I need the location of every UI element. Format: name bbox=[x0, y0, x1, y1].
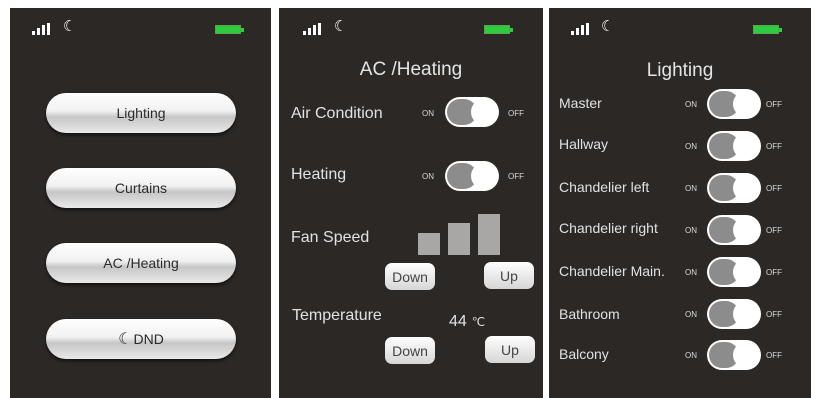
temperature-unit: ℃ bbox=[471, 315, 486, 329]
lighting-button[interactable]: Lighting bbox=[46, 93, 236, 133]
temperature-label: Temperature bbox=[292, 307, 382, 324]
light-label-chandelier-left: Chandelier left bbox=[559, 179, 650, 195]
off-label: OFF bbox=[766, 351, 782, 360]
on-label: ON bbox=[685, 184, 697, 193]
on-label: ON bbox=[685, 142, 697, 151]
dnd-button-label: DND bbox=[133, 331, 164, 347]
off-label: OFF bbox=[766, 184, 782, 193]
toggle-knob bbox=[733, 259, 759, 285]
toggle-knob bbox=[733, 91, 759, 117]
signal-bars-icon bbox=[571, 23, 591, 35]
fan-down-button-label: Down bbox=[392, 268, 428, 285]
temperature-up-button-label: Up bbox=[501, 341, 519, 358]
on-label: ON bbox=[685, 100, 697, 109]
on-label: ON bbox=[685, 351, 697, 360]
temperature-up-button[interactable]: Up bbox=[485, 336, 535, 363]
air-condition-toggle[interactable] bbox=[445, 97, 499, 127]
on-label: ON bbox=[685, 226, 697, 235]
home-screen: ☾ Lighting Curtains AC /Heating ☾ DND bbox=[10, 8, 271, 398]
toggle-knob bbox=[733, 133, 759, 159]
moon-icon: ☾ bbox=[601, 18, 615, 35]
light-toggle-bathroom[interactable] bbox=[707, 299, 761, 329]
fan-up-button[interactable]: Up bbox=[484, 262, 534, 289]
fan-speed-label: Fan Speed bbox=[291, 229, 370, 246]
light-toggle-balcony[interactable] bbox=[707, 340, 761, 370]
toggle-knob bbox=[733, 301, 759, 327]
moon-icon: ☾ bbox=[118, 331, 133, 348]
toggle-knob bbox=[471, 163, 497, 189]
on-label: ON bbox=[685, 268, 697, 277]
light-label-hallway: Hallway bbox=[559, 136, 609, 152]
light-label-chandelier-right: Chandelier right bbox=[559, 220, 658, 236]
off-label: OFF bbox=[766, 142, 782, 151]
air-condition-label: Air Condition bbox=[291, 105, 383, 122]
temperature-readout: 44 ℃ bbox=[449, 313, 485, 331]
heating-on-label: ON bbox=[422, 172, 434, 181]
temperature-down-button[interactable]: Down bbox=[385, 337, 435, 364]
off-label: OFF bbox=[766, 310, 782, 319]
light-label-master: Master bbox=[559, 95, 602, 111]
temperature-value: 44 bbox=[449, 313, 467, 330]
toggle-knob bbox=[733, 175, 759, 201]
curtains-button[interactable]: Curtains bbox=[46, 168, 236, 208]
battery-icon bbox=[753, 25, 782, 34]
fan-speed-bar-2 bbox=[448, 223, 470, 255]
ac-heating-screen: ☾ AC /Heating Air Condition ON OFF Heati… bbox=[279, 8, 543, 398]
light-toggle-chandelier-right[interactable] bbox=[707, 215, 761, 245]
light-toggle-hallway[interactable] bbox=[707, 131, 761, 161]
air-condition-off-label: OFF bbox=[508, 109, 524, 118]
moon-icon: ☾ bbox=[334, 18, 348, 35]
lighting-button-label: Lighting bbox=[116, 105, 166, 121]
fan-speed-bar-3 bbox=[478, 214, 500, 255]
battery-icon bbox=[484, 25, 513, 34]
ac-heating-button-label: AC /Heating bbox=[103, 255, 179, 271]
toggle-knob bbox=[471, 99, 497, 125]
heating-off-label: OFF bbox=[508, 172, 524, 181]
toggle-knob bbox=[733, 342, 759, 368]
light-toggle-chandelier-left[interactable] bbox=[707, 173, 761, 203]
light-toggle-master[interactable] bbox=[707, 89, 761, 119]
page-title: Lighting bbox=[646, 60, 714, 81]
off-label: OFF bbox=[766, 100, 782, 109]
heating-label: Heating bbox=[291, 166, 347, 183]
curtains-button-label: Curtains bbox=[114, 180, 168, 196]
fan-down-button[interactable]: Down bbox=[385, 263, 435, 290]
signal-bars-icon bbox=[303, 23, 323, 35]
fan-up-button-label: Up bbox=[500, 267, 518, 284]
lighting-screen: ☾ Lighting Master ON OFF Hallway ON OFF … bbox=[549, 8, 811, 398]
fan-speed-bar-1 bbox=[418, 233, 440, 255]
light-label-bathroom: Bathroom bbox=[559, 306, 620, 322]
on-label: ON bbox=[685, 310, 697, 319]
air-condition-on-label: ON bbox=[422, 109, 434, 118]
light-toggle-chandelier-main[interactable] bbox=[707, 257, 761, 287]
toggle-knob bbox=[733, 217, 759, 243]
light-label-chandelier-main: Chandelier Main. bbox=[559, 263, 665, 279]
heating-toggle[interactable] bbox=[445, 161, 499, 191]
moon-icon: ☾ bbox=[63, 18, 77, 35]
dnd-button[interactable]: ☾ DND bbox=[46, 319, 236, 359]
page-title: AC /Heating bbox=[359, 59, 463, 80]
battery-icon bbox=[215, 25, 244, 34]
light-label-balcony: Balcony bbox=[559, 346, 609, 362]
temperature-down-button-label: Down bbox=[392, 342, 428, 359]
ac-heating-button[interactable]: AC /Heating bbox=[46, 243, 236, 283]
off-label: OFF bbox=[766, 268, 782, 277]
signal-bars-icon bbox=[32, 23, 52, 35]
off-label: OFF bbox=[766, 226, 782, 235]
